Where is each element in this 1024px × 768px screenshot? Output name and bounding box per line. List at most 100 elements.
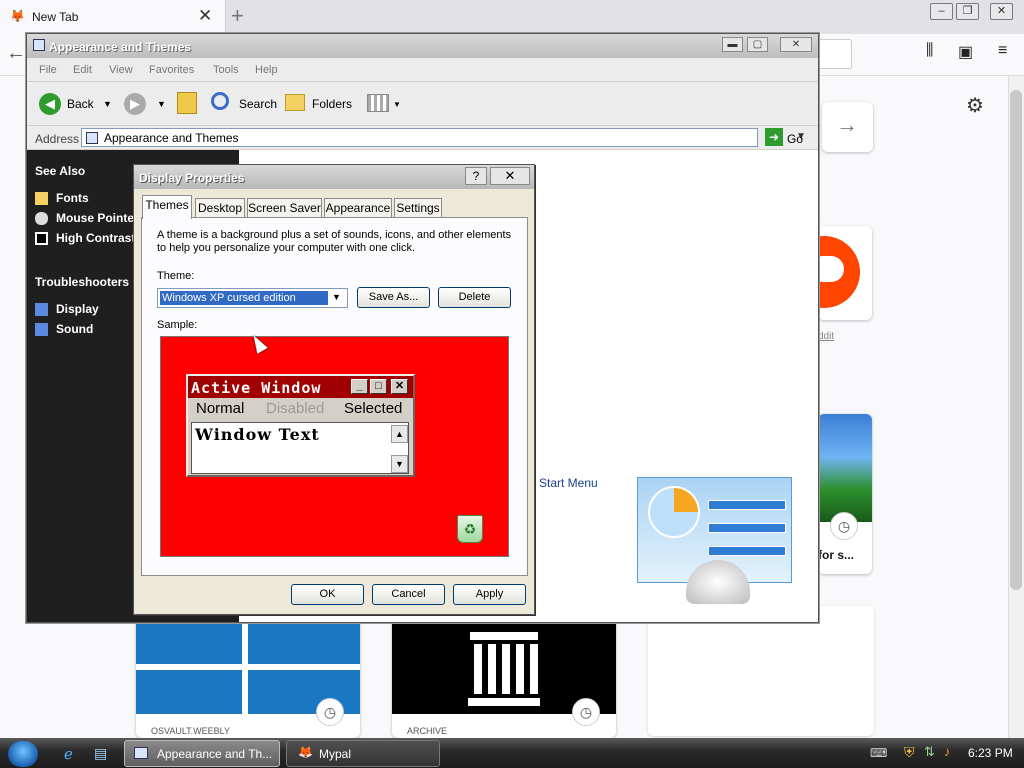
forward-dropdown-icon[interactable]: ▼	[157, 99, 166, 109]
menu-favorites[interactable]: Favorites	[149, 64, 194, 76]
minimize-icon: _	[351, 379, 368, 394]
library-icon[interactable]: ⫼	[926, 42, 933, 60]
tab-desktop[interactable]: Desktop	[195, 198, 245, 218]
show-desktop-icon[interactable]: ▤	[94, 745, 107, 762]
explorer-title-bar[interactable]: Appearance and Themes ▬ ▢ ✕	[27, 34, 818, 58]
back-arrow-icon[interactable]: ←	[6, 42, 26, 65]
shortcut-card[interactable]: →	[822, 102, 873, 152]
scrollbar-thumb[interactable]	[1010, 90, 1022, 590]
views-dropdown-icon[interactable]: ▼	[393, 100, 401, 109]
control-panel-icon	[33, 39, 45, 51]
network-icon[interactable]: ⇅	[924, 744, 935, 760]
tab-appearance[interactable]: Appearance	[324, 198, 392, 218]
back-button[interactable]: Back	[67, 97, 94, 111]
menu-edit[interactable]: Edit	[73, 64, 92, 76]
dialog-title-bar[interactable]: Display Properties ? ✕	[134, 165, 534, 189]
save-as-button[interactable]: Save As...	[357, 287, 430, 308]
menu-file[interactable]: File	[39, 64, 57, 76]
theme-select[interactable]: Windows XP cursed edition ▼	[157, 288, 348, 308]
sample-window-title: Active Window	[191, 379, 322, 397]
theme-select-value: Windows XP cursed edition	[160, 291, 328, 305]
start-menu-link[interactable]: Start Menu	[539, 476, 598, 490]
close-window-button[interactable]: ✕	[990, 3, 1013, 20]
troubleshooters-heading: Troubleshooters	[35, 275, 130, 289]
help-icon	[35, 303, 48, 316]
scroll-up-icon: ▲	[391, 425, 408, 443]
go-button[interactable]: Go	[787, 132, 803, 146]
menu-help[interactable]: Help	[255, 64, 278, 76]
tab-settings[interactable]: Settings	[394, 198, 442, 218]
clock-icon: ◷	[572, 698, 600, 726]
shortcut-card-reddit[interactable]	[818, 226, 872, 320]
browser-tab-title: New Tab	[32, 10, 79, 24]
help-button[interactable]: ?	[465, 167, 487, 185]
display-control-panel-icon[interactable]	[637, 477, 792, 604]
internet-explorer-icon[interactable]: ℯ	[64, 745, 73, 763]
gear-icon[interactable]: ⚙	[966, 93, 984, 118]
see-also-high-contrast[interactable]: High Contrast	[56, 231, 135, 245]
minimize-window-button[interactable]: –	[930, 3, 953, 20]
highlight-card[interactable]	[648, 606, 874, 736]
delete-button[interactable]: Delete	[438, 287, 511, 308]
views-icon[interactable]	[367, 94, 389, 112]
sidebar-icon[interactable]: ▣	[958, 42, 973, 62]
troubleshooter-sound[interactable]: Sound	[56, 322, 93, 336]
hamburger-menu-icon[interactable]: ≡	[998, 42, 1007, 60]
see-also-heading: See Also	[35, 164, 86, 178]
ok-button[interactable]: OK	[291, 584, 364, 605]
volume-icon[interactable]: ♪	[944, 744, 951, 759]
chevron-down-icon[interactable]: ▼	[332, 292, 341, 302]
menu-view[interactable]: View	[109, 64, 133, 76]
clock-icon: ◷	[316, 698, 344, 726]
thumbnail-image	[818, 414, 872, 522]
keyboard-icon[interactable]: ⌨	[870, 746, 887, 760]
back-icon[interactable]: ◀	[39, 93, 61, 115]
system-clock[interactable]: 6:23 PM	[968, 746, 1013, 760]
themes-description: A theme is a background plus a set of so…	[157, 229, 512, 254]
see-also-mouse-pointer[interactable]: Mouse Pointer	[56, 211, 139, 225]
slider-bar	[708, 500, 786, 510]
explorer-close-button[interactable]: ✕	[780, 37, 812, 52]
sample-title-bar: Active Window _ □ ✕	[188, 376, 413, 398]
tab-screen-saver[interactable]: Screen Saver	[247, 198, 322, 218]
folders-icon[interactable]	[285, 94, 305, 111]
pie-chart-icon	[648, 486, 700, 538]
sample-label: Sample:	[157, 319, 198, 331]
menu-tools[interactable]: Tools	[213, 64, 239, 76]
display-properties-dialog: Display Properties ? ✕ Themes Desktop Sc…	[133, 164, 535, 615]
new-tab-button[interactable]: +	[231, 3, 244, 29]
slider-bar	[708, 523, 786, 533]
shortcut-label: ddit	[818, 331, 835, 342]
search-icon[interactable]	[211, 92, 229, 110]
up-folder-icon[interactable]	[177, 92, 197, 114]
control-panel-icon	[86, 132, 98, 144]
clock-icon: ◷	[830, 512, 858, 540]
maximize-window-button[interactable]: ❐	[956, 3, 979, 20]
security-shield-icon[interactable]: ⛨	[904, 744, 915, 761]
card-source: OSVAULT.WEEBLY	[151, 726, 231, 736]
browser-tab[interactable]: 🦊 New Tab ✕	[0, 0, 226, 34]
card-source: ARCHIVE	[407, 726, 448, 736]
tab-themes[interactable]: Themes	[142, 195, 192, 219]
forward-icon[interactable]: ▶	[124, 93, 146, 115]
search-button[interactable]: Search	[239, 97, 277, 111]
see-also-fonts[interactable]: Fonts	[56, 191, 89, 205]
dialog-title: Display Properties	[139, 171, 245, 185]
start-button[interactable]	[8, 741, 38, 767]
dome-icon	[686, 560, 750, 604]
explorer-minimize-button[interactable]: ▬	[722, 37, 743, 52]
sample-window-body: Window Text ▲ ▼	[191, 422, 409, 474]
close-tab-icon[interactable]: ✕	[198, 7, 212, 25]
back-dropdown-icon[interactable]: ▼	[103, 99, 112, 109]
folders-button[interactable]: Folders	[312, 97, 352, 111]
themes-panel: A theme is a background plus a set of so…	[141, 217, 528, 576]
apply-button[interactable]: Apply	[453, 584, 526, 605]
folder-icon	[35, 192, 48, 205]
control-panel-icon	[134, 747, 148, 759]
troubleshooter-display[interactable]: Display	[56, 302, 99, 316]
go-arrow-icon[interactable]: ➜	[765, 128, 783, 146]
cancel-button[interactable]: Cancel	[372, 584, 445, 605]
address-input[interactable]: Appearance and Themes ▼	[81, 128, 806, 147]
explorer-maximize-button[interactable]: ▢	[747, 37, 768, 52]
dialog-close-button[interactable]: ✕	[490, 167, 530, 185]
